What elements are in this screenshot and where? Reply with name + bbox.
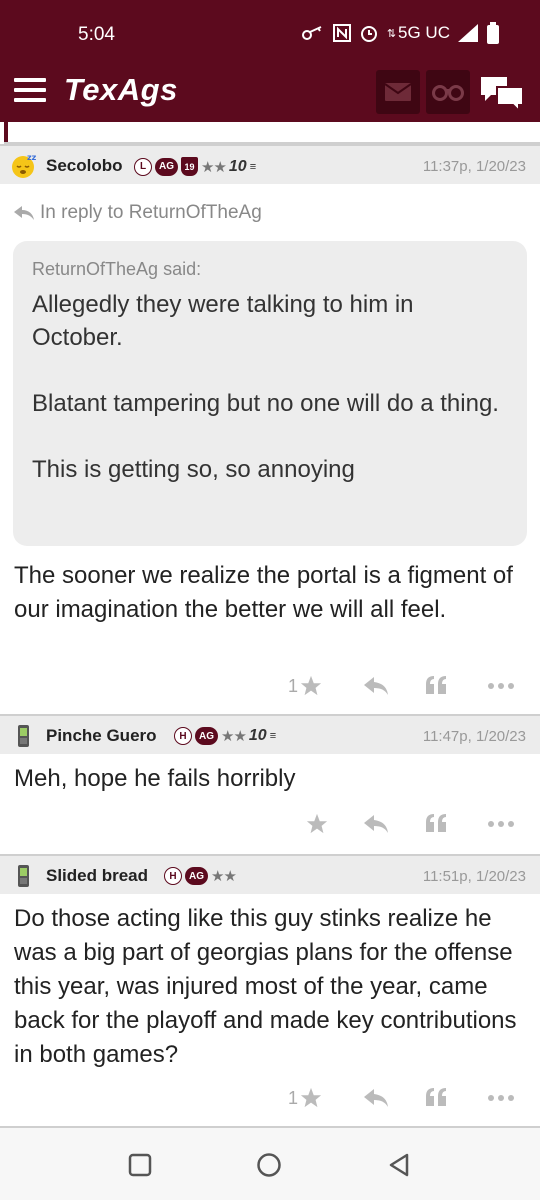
- chat-icon[interactable]: [479, 73, 525, 113]
- post-timestamp: 11:47p, 1/20/23: [422, 728, 526, 745]
- quote-button[interactable]: [426, 1078, 448, 1118]
- post-actions: 1: [0, 666, 540, 706]
- star-icon: [300, 1087, 322, 1108]
- mail-icon: [385, 83, 411, 101]
- username[interactable]: Slided bread: [46, 866, 148, 886]
- badge-h: H: [164, 867, 182, 885]
- like-button[interactable]: 1: [288, 666, 322, 706]
- badge-class-year: 19: [181, 157, 198, 176]
- like-button[interactable]: [304, 804, 328, 844]
- post-body: Meh, hope he fails horribly: [14, 765, 296, 792]
- signal-icon: [458, 24, 478, 42]
- user-badges: H AG ★★: [164, 867, 237, 885]
- back-icon[interactable]: [386, 1152, 412, 1178]
- quote-icon: [426, 814, 446, 832]
- quote-paragraph: Allegedly they were talking to him in Oc…: [32, 291, 414, 351]
- network-label: 5G UC: [398, 23, 450, 42]
- reply-button[interactable]: [364, 1078, 388, 1118]
- reply-button[interactable]: [364, 666, 388, 706]
- reply-to-text: In reply to ReturnOfTheAg: [40, 202, 262, 223]
- texags-logo[interactable]: TexAgs: [64, 72, 178, 108]
- like-count: 1: [288, 675, 299, 696]
- user-badges: H AG ★★ 10 ≡: [174, 727, 276, 745]
- post-timestamp: 11:51p, 1/20/23: [422, 868, 526, 885]
- username[interactable]: Secolobo: [46, 156, 123, 176]
- badge-h: H: [174, 727, 192, 745]
- more-button[interactable]: [488, 666, 514, 706]
- post-slided-bread: Slided bread H AG ★★ 11:51p, 1/20/23 Do …: [0, 854, 540, 1128]
- badge-ag: AG: [185, 867, 208, 885]
- post-actions: 1: [0, 1078, 540, 1118]
- badge-ag: AG: [195, 727, 218, 745]
- home-icon[interactable]: [256, 1152, 282, 1178]
- post-body: The sooner we realize the portal is a fi…: [14, 562, 513, 623]
- phone-icon: [18, 865, 29, 887]
- svg-text:zz: zz: [27, 153, 36, 162]
- level-bars-icon: ≡: [249, 160, 257, 173]
- badge-l: L: [134, 157, 152, 176]
- key-icon: [301, 26, 322, 40]
- app-header: TexAgs: [0, 60, 540, 122]
- more-button[interactable]: [488, 804, 514, 844]
- phone-icon: [18, 725, 29, 747]
- data-arrows-icon: ⇅: [386, 27, 397, 40]
- quote-icon: [426, 1088, 446, 1106]
- quote-button[interactable]: [426, 666, 448, 706]
- reply-icon: [364, 677, 388, 695]
- post-actions: [0, 804, 540, 844]
- quote-paragraph: Blatant tampering but no one will do a t…: [32, 390, 499, 417]
- status-time: 5:04: [78, 24, 115, 45]
- system-nav-bar: [0, 1128, 540, 1200]
- mail-button[interactable]: [376, 70, 420, 114]
- post-timestamp: 11:37p, 1/20/23: [422, 158, 526, 175]
- post-body: Do those acting like this guy stinks rea…: [14, 905, 517, 1068]
- more-icon: [488, 821, 514, 827]
- recents-icon[interactable]: [127, 1152, 153, 1178]
- status-bar: 5:04 ⇅ 5G UC: [0, 0, 540, 60]
- sleeping-emoji-icon: zz: [12, 153, 36, 178]
- nfc-icon: [332, 24, 351, 42]
- status-icons: ⇅ 5G UC: [301, 22, 500, 44]
- quote-paragraph: This is getting so, so annoying: [32, 456, 355, 483]
- battery-icon: [487, 22, 499, 44]
- binoculars-button[interactable]: [426, 70, 470, 114]
- like-count: 1: [288, 1087, 299, 1108]
- alarm-icon: [360, 26, 377, 42]
- quote-author: ReturnOfTheAg said:: [32, 259, 202, 279]
- like-button[interactable]: 1: [288, 1078, 322, 1118]
- quote-icon: [426, 676, 446, 694]
- username[interactable]: Pinche Guero: [46, 726, 157, 746]
- star-icon: [300, 675, 322, 696]
- reply-arrow-icon: [14, 206, 34, 220]
- post-pinche-guero: Pinche Guero H AG ★★ 10 ≡ 11:47p, 1/20/2…: [0, 714, 540, 854]
- rank-stars: ★★: [201, 158, 227, 176]
- previous-post-remnant: [0, 122, 540, 144]
- reply-icon: [364, 1089, 388, 1107]
- post-header: Pinche Guero H AG ★★ 10 ≡ 11:47p, 1/20/2…: [0, 714, 540, 754]
- level-badge: 10: [248, 727, 267, 744]
- quote-block: ReturnOfTheAg said: Allegedly they were …: [13, 241, 527, 546]
- more-icon: [488, 683, 514, 689]
- badge-ag: AG: [155, 157, 178, 176]
- post-secolobo: zz Secolobo L AG 19 ★★ 10 ≡ 11:37p, 1/20…: [0, 144, 540, 714]
- more-button[interactable]: [488, 1078, 514, 1118]
- star-icon: [306, 813, 328, 834]
- menu-icon[interactable]: [14, 78, 46, 102]
- user-badges: L AG 19 ★★ 10 ≡: [134, 157, 256, 176]
- reply-icon: [364, 815, 388, 833]
- binoculars-icon: [432, 85, 464, 101]
- post-header: Slided bread H AG ★★ 11:51p, 1/20/23: [0, 854, 540, 894]
- rank-stars: ★★: [221, 728, 247, 745]
- level-badge: 10: [228, 157, 247, 175]
- post-header: zz Secolobo L AG 19 ★★ 10 ≡ 11:37p, 1/20…: [0, 144, 540, 184]
- level-bars-icon: ≡: [269, 730, 277, 742]
- rank-stars: ★★: [211, 868, 237, 885]
- more-icon: [488, 1095, 514, 1101]
- quote-button[interactable]: [426, 804, 448, 844]
- reply-to-link[interactable]: In reply to ReturnOfTheAg: [14, 202, 262, 224]
- reply-button[interactable]: [364, 804, 388, 844]
